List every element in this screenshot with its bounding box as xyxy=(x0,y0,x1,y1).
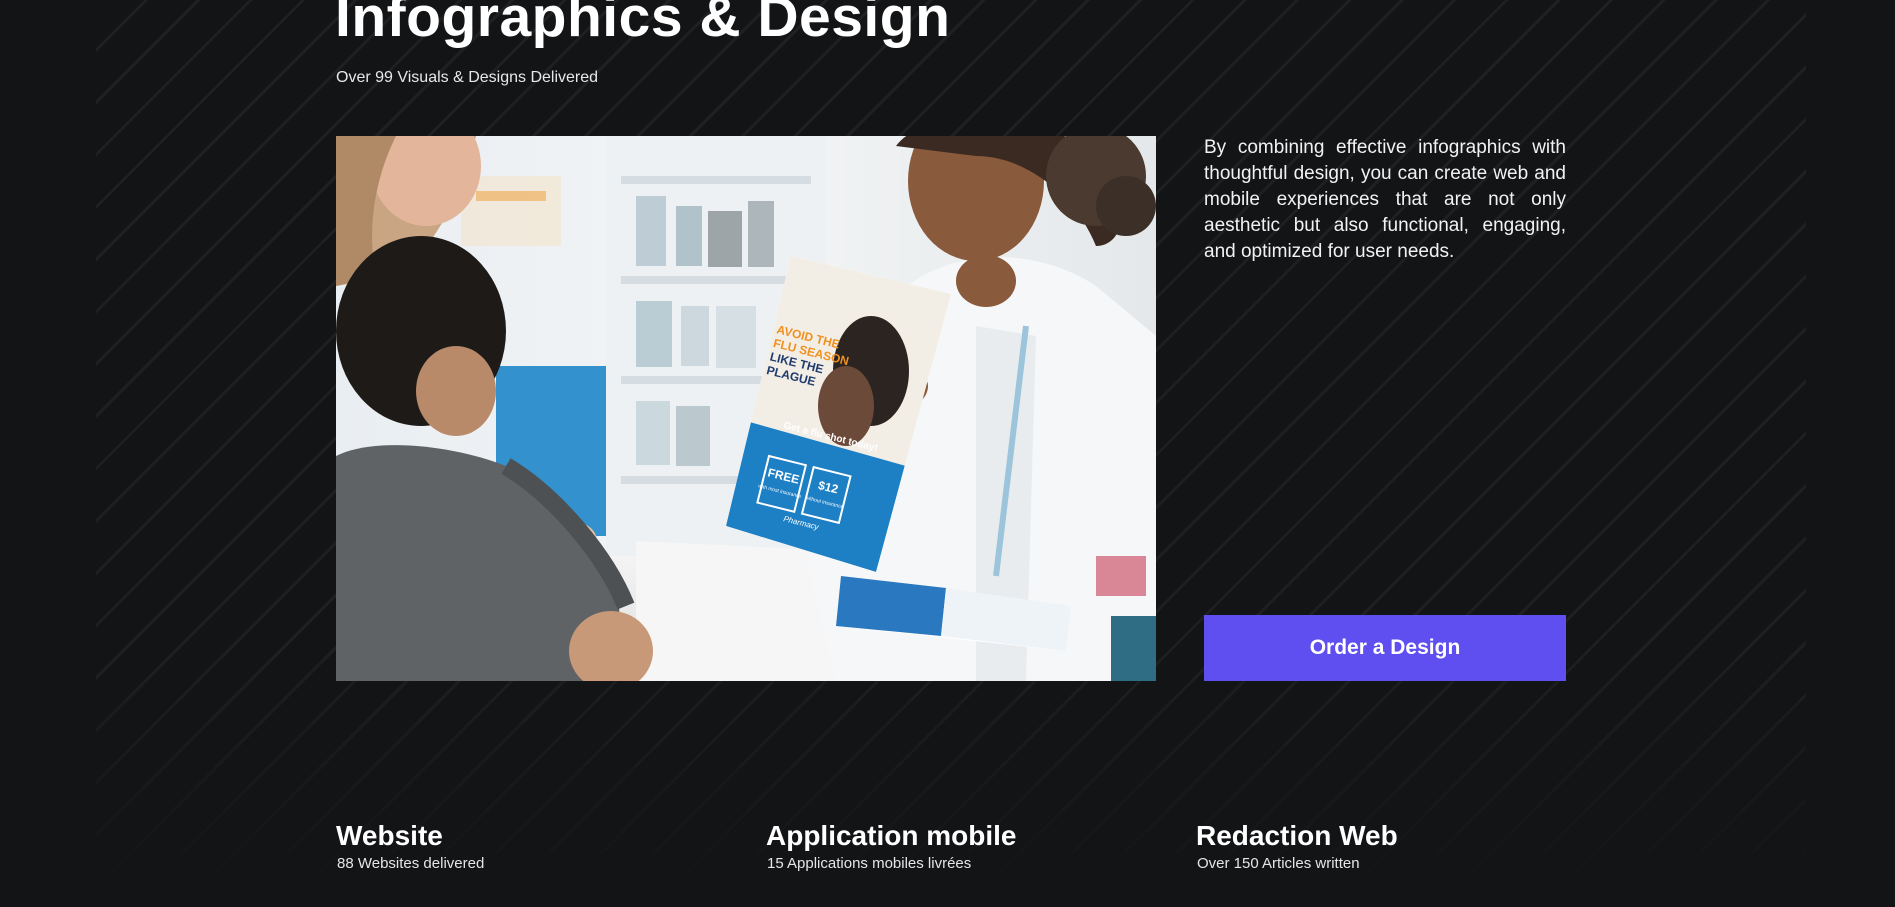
stat-web-writing: Redaction Web Over 150 Articles written xyxy=(1196,820,1398,872)
page-subtitle: Over 99 Visuals & Designs Delivered xyxy=(336,69,599,86)
stat-title: Application mobile xyxy=(766,820,1017,851)
hero-image: AVOID THE FLU SEASON LIKE THE PLAGUE Get… xyxy=(336,136,1156,681)
page: Infographics & Design Over 99 Visuals & … xyxy=(0,0,1895,907)
stat-website: Website 88 Websites delivered xyxy=(336,820,484,872)
page-title: Infographics & Design xyxy=(335,0,951,49)
stat-title: Website xyxy=(336,820,443,851)
stat-detail: 15 Applications mobiles livrées xyxy=(767,855,972,872)
stat-detail: 88 Websites delivered xyxy=(337,855,485,872)
description-text: By combining effective infographics with… xyxy=(1204,137,1566,262)
stat-detail: Over 150 Articles written xyxy=(1197,855,1360,872)
stat-mobile-app: Application mobile 15 Applications mobil… xyxy=(766,820,1016,872)
order-design-button[interactable]: Order a Design xyxy=(1204,615,1566,681)
stat-title: Redaction Web xyxy=(1196,820,1398,851)
